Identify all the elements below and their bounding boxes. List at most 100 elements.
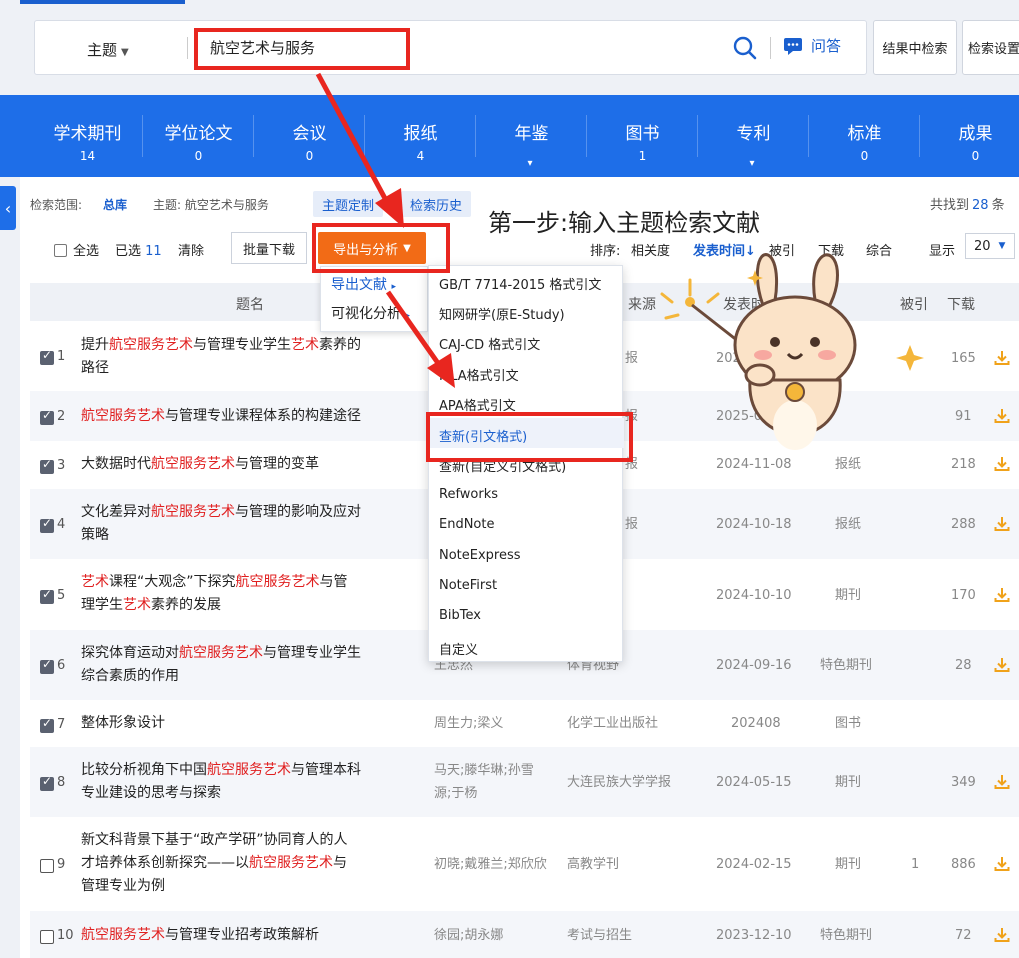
- menu-item-gbt7714[interactable]: GB/T 7714-2015 格式引文: [439, 274, 601, 293]
- row-checkbox[interactable]: [40, 516, 54, 533]
- menu-item-endnote[interactable]: EndNote: [439, 517, 494, 532]
- download-icon[interactable]: [993, 407, 1011, 425]
- search-settings-button[interactable]: 检索设置: [962, 20, 1019, 75]
- row-title[interactable]: 文化差异对航空服务艺术与管理的影响及应对 策略: [81, 501, 361, 547]
- download-icon[interactable]: [993, 656, 1011, 674]
- menu-item-mla[interactable]: MLA格式引文: [439, 365, 519, 384]
- row-source[interactable]: 报: [625, 513, 638, 536]
- search-box: 主题 ▼ 航空艺术与服务 问答: [34, 20, 867, 75]
- category-achievement[interactable]: 成果 0: [920, 95, 1019, 177]
- select-all-checkbox[interactable]: 全选: [54, 240, 99, 259]
- title-seg: 大数据时代: [81, 456, 151, 472]
- row-checkbox[interactable]: [40, 348, 54, 365]
- row-authors[interactable]: 周生力;梁义: [434, 712, 503, 735]
- submenu-export-docs[interactable]: 导出文献 ▸: [331, 274, 396, 294]
- menu-item-noteexpress[interactable]: NoteExpress: [439, 548, 521, 563]
- page-size-select[interactable]: 20 ▼: [965, 233, 1015, 259]
- download-icon[interactable]: [993, 926, 1011, 944]
- row-title[interactable]: 航空服务艺术与管理专业课程体系的构建途径: [81, 405, 361, 428]
- menu-item-bibtex[interactable]: BibTex: [439, 608, 481, 623]
- row-authors[interactable]: 徐园;胡永娜: [434, 924, 503, 947]
- row-source[interactable]: 大连民族大学学报: [567, 771, 671, 794]
- title-seg: 与管理专业课程体系的构建途径: [165, 408, 361, 424]
- scope-library-link[interactable]: 总库: [103, 196, 127, 213]
- search-in-results-button[interactable]: 结果中检索: [873, 20, 957, 75]
- submenu-visual-analysis[interactable]: 可视化分析 ▸: [331, 303, 410, 323]
- download-icon[interactable]: [993, 855, 1011, 873]
- row-title[interactable]: 比较分析视角下中国航空服务艺术与管理本科 专业建设的思考与探索: [81, 759, 361, 805]
- menu-item-refworks[interactable]: Refworks: [439, 487, 498, 502]
- row-authors[interactable]: 马天;滕华琳;孙雪 源;于杨: [434, 759, 534, 805]
- row-checkbox[interactable]: [40, 859, 54, 873]
- title-seg: 与管理本科: [291, 762, 361, 778]
- row-date: 2024-09-16: [716, 658, 792, 673]
- row-checkbox[interactable]: [40, 930, 54, 944]
- category-conference[interactable]: 会议 0: [254, 95, 365, 177]
- submenu-label: 可视化分析: [331, 306, 401, 322]
- download-icon[interactable]: [993, 349, 1011, 367]
- category-yearbook[interactable]: 年鉴 ▾: [476, 95, 587, 177]
- row-downloads: 72: [955, 928, 972, 943]
- download-icon[interactable]: [993, 455, 1011, 473]
- row-title[interactable]: 探究体育运动对航空服务艺术与管理专业学生 综合素质的作用: [81, 642, 361, 688]
- category-thesis[interactable]: 学位论文 0: [143, 95, 254, 177]
- caret-down-icon: ▼: [121, 47, 129, 58]
- row-title[interactable]: 新文科背景下基于“政产学研”协同育人的人 才培养体系创新探究——以航空服务艺术与管…: [81, 829, 348, 898]
- category-book[interactable]: 图书 1: [587, 95, 698, 177]
- found-suffix: 条: [991, 198, 1005, 213]
- col-source[interactable]: 来源: [628, 294, 656, 314]
- search-field-select[interactable]: 主题 ▼: [87, 39, 129, 60]
- row-checkbox[interactable]: [40, 657, 54, 674]
- search-field-label: 主题: [87, 41, 118, 59]
- menu-item-custom[interactable]: 自定义: [439, 639, 478, 658]
- category-standard[interactable]: 标准 0: [809, 95, 920, 177]
- row-title[interactable]: 大数据时代航空服务艺术与管理的变革: [81, 453, 319, 476]
- download-icon[interactable]: [993, 773, 1011, 791]
- triangle-right-icon: ▸: [391, 282, 396, 292]
- menu-item-notefirst[interactable]: NoteFirst: [439, 578, 497, 593]
- row-checkbox[interactable]: [40, 457, 54, 474]
- row-checkbox[interactable]: [40, 408, 54, 425]
- row-checkbox[interactable]: [40, 587, 54, 604]
- category-newspaper[interactable]: 报纸 4: [365, 95, 476, 177]
- category-count: 0: [305, 149, 314, 163]
- category-journal[interactable]: 学术期刊 14: [32, 95, 143, 177]
- row-checkbox[interactable]: [40, 716, 54, 733]
- annotation-box-chaxin: [426, 412, 633, 462]
- qa-button[interactable]: 问答: [783, 35, 841, 56]
- menu-item-estudy[interactable]: 知网研学(原E-Study): [439, 304, 565, 323]
- row-source[interactable]: 考试与招生: [567, 924, 632, 947]
- row-title[interactable]: 整体形象设计: [81, 712, 165, 735]
- row-title[interactable]: 航空服务艺术与管理专业招考政策解析: [81, 924, 319, 947]
- title-highlight: 航空服务艺术: [81, 927, 165, 943]
- title-highlight: 航空服务艺术: [81, 408, 165, 424]
- collapse-sidebar-button[interactable]: ‹: [0, 186, 16, 230]
- annotation-box-search: [194, 28, 410, 70]
- row-date: 2024-10-10: [716, 588, 792, 603]
- row-title[interactable]: 提升航空服务艺术与管理专业学生艺术素养的 路径: [81, 334, 361, 380]
- chevron-down-icon: ▾: [527, 158, 533, 169]
- checkbox-icon: [54, 244, 67, 257]
- search-icon[interactable]: [732, 35, 758, 61]
- row-checkbox[interactable]: [40, 774, 54, 791]
- row-title[interactable]: 艺术课程“大观念”下探究航空服务艺术与管 理学生艺术素养的发展: [81, 571, 348, 617]
- download-icon[interactable]: [993, 515, 1011, 533]
- page-size-value: 20: [974, 238, 991, 254]
- title-seg: 比较分析视角下中国: [81, 762, 207, 778]
- clear-button[interactable]: 清除: [178, 240, 204, 259]
- row-db: 期刊: [835, 857, 862, 872]
- row-source[interactable]: 报: [625, 347, 638, 370]
- menu-item-cajcd[interactable]: CAJ-CD 格式引文: [439, 334, 540, 353]
- category-patent[interactable]: 专利 ▾: [698, 95, 809, 177]
- title-seg: 才培养体系创新探究——以: [81, 855, 249, 871]
- row-source[interactable]: 化学工业出版社: [567, 712, 658, 735]
- row-authors[interactable]: 初晓;戴雅兰;郑欣欣: [434, 853, 547, 876]
- title-highlight: 航空服务艺术: [179, 645, 263, 661]
- search-history-button[interactable]: 检索历史: [401, 191, 472, 217]
- topic-customize-button[interactable]: 主题定制: [313, 191, 384, 217]
- row-source[interactable]: 高教学刊: [567, 853, 619, 876]
- batch-download-button[interactable]: 批量下载: [231, 232, 307, 264]
- title-highlight: 航空服务艺术: [151, 456, 235, 472]
- col-title[interactable]: 题名: [236, 294, 264, 314]
- download-icon[interactable]: [993, 586, 1011, 604]
